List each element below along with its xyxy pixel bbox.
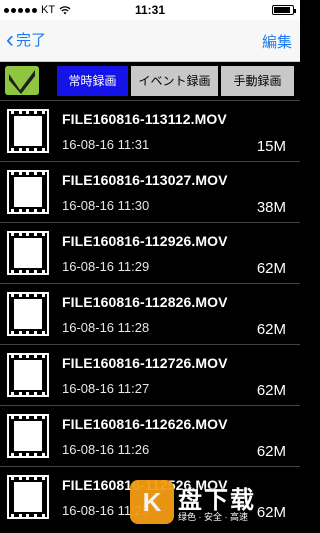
list-item[interactable]: FILE160816-112726.MOV 16-08-16 11:27 62M [0,344,300,405]
file-list: FILE160816-113112.MOV 16-08-16 11:31 15M FI… [0,100,300,527]
file-date: 16-08-16 11:29 [62,259,150,274]
list-item[interactable]: FILE160816-112926.MOV 16-08-16 11:29 62M [0,222,300,283]
list-item[interactable]: FILE160816-112826.MOV 16-08-16 11:28 62M [0,283,300,344]
status-bar: KT 11:31 [0,0,300,20]
list-item[interactable]: FILE160816-113027.MOV 16-08-16 11:30 38M [0,161,300,222]
video-file-icon [7,353,49,397]
file-size: 38M [256,199,286,216]
video-file-icon [7,414,49,458]
file-date: 16-08-16 11:28 [62,320,150,335]
file-size: 62M [256,382,286,399]
status-time: 11:31 [134,3,166,17]
tab-event-recording[interactable]: イベント録画 [131,66,218,96]
file-name: FILE160816-112926.MOV [62,233,228,249]
file-name: FILE160816-113112.MOV [62,111,227,127]
video-file-icon [7,170,49,214]
tab-continuous-recording[interactable]: 常時録画 [57,66,128,96]
video-file-icon [7,109,49,153]
file-size: 62M [256,443,286,460]
battery-icon [272,5,296,15]
navigation-bar: ‹ 完了 編集 [0,20,300,62]
file-name: FILE160816-112826.MOV [62,294,228,310]
file-name: FILE160816-113027.MOV [62,172,228,188]
app-logo-icon [5,66,39,95]
list-item[interactable]: FILE160816-112626.MOV 16-08-16 11:26 62M [0,405,300,466]
list-item[interactable]: FILE160816-113112.MOV 16-08-16 11:31 15M [0,100,300,161]
file-date: 16-08-16 11:31 [62,137,150,152]
video-file-icon [7,231,49,275]
watermark-subtitle: 绿色 · 安全 · 高速 [178,512,248,522]
watermark: K 盘下载 绿色 · 安全 · 高速 [130,478,300,530]
edit-button[interactable]: 編集 [262,31,292,52]
file-name: FILE160816-112626.MOV [62,416,228,432]
file-date: 16-08-16 11:27 [62,381,150,396]
file-date: 16-08-16 11:30 [62,198,150,213]
watermark-logo-icon: K [130,480,174,524]
file-date: 16-08-16 11:26 [62,442,150,457]
tab-manual-recording[interactable]: 手動録画 [221,66,294,96]
file-size: 15M [256,138,286,155]
video-file-icon [7,292,49,336]
recording-type-tabs: 常時録画 イベント録画 手動録画 [0,62,300,100]
done-button[interactable]: ‹ 完了 [6,25,47,53]
file-name: FILE160816-112726.MOV [62,355,228,371]
file-size: 62M [256,260,286,277]
video-file-icon [7,475,49,519]
done-label: 完了 [16,32,47,49]
file-size: 62M [256,321,286,338]
chevron-left-icon: ‹ [6,25,14,53]
